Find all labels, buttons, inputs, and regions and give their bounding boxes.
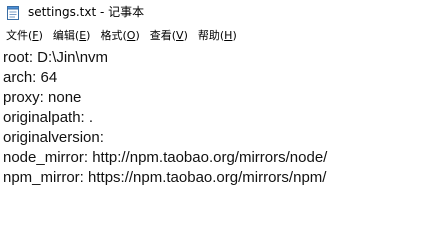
document-line-npm-mirror: npm_mirror: https://npm.taobao.org/mirro… bbox=[3, 169, 327, 186]
menu-view-key: V bbox=[176, 29, 184, 42]
menu-edit[interactable]: 编辑(E) bbox=[51, 28, 93, 43]
menu-file[interactable]: 文件(F) bbox=[4, 28, 45, 43]
menu-view-label: 查看 bbox=[149, 29, 172, 42]
document-line-arch: arch: 64 bbox=[3, 69, 58, 86]
window-title: settings.txt - 记事本 bbox=[28, 5, 145, 19]
title-bar[interactable]: settings.txt - 记事本 bbox=[0, 0, 427, 24]
menu-help-label: 帮助 bbox=[197, 29, 220, 42]
notepad-icon bbox=[6, 4, 21, 20]
menu-file-label: 文件 bbox=[6, 29, 28, 42]
document-line-originalversion: originalversion: bbox=[3, 129, 104, 146]
menu-format-label: 格式 bbox=[100, 29, 123, 42]
document-line-node-mirror: node_mirror: http://npm.taobao.org/mirro… bbox=[3, 149, 328, 166]
menu-file-key: F bbox=[32, 29, 39, 42]
menu-bar: 文件(F) 编辑(E) 格式(O) 查看(V) 帮助(H) bbox=[0, 27, 427, 44]
notepad-window: settings.txt - 记事本 文件(F) 编辑(E) 格式(O) 查看(… bbox=[0, 0, 427, 226]
text-editor[interactable]: root: D:\Jin\nvm arch: 64 proxy: none or… bbox=[0, 46, 427, 226]
menu-edit-label: 编辑 bbox=[52, 29, 75, 42]
document-line-root: root: D:\Jin\nvm bbox=[3, 49, 109, 66]
menu-edit-key: E bbox=[79, 29, 87, 42]
document-line-originalpath: originalpath: . bbox=[3, 109, 94, 126]
menu-help-key: H bbox=[224, 29, 233, 42]
menu-help[interactable]: 帮助(H) bbox=[196, 28, 239, 43]
menu-format[interactable]: 格式(O) bbox=[98, 28, 141, 43]
document-line-proxy: proxy: none bbox=[3, 89, 82, 106]
menu-format-key: O bbox=[126, 29, 136, 42]
menu-view[interactable]: 查看(V) bbox=[148, 28, 190, 43]
